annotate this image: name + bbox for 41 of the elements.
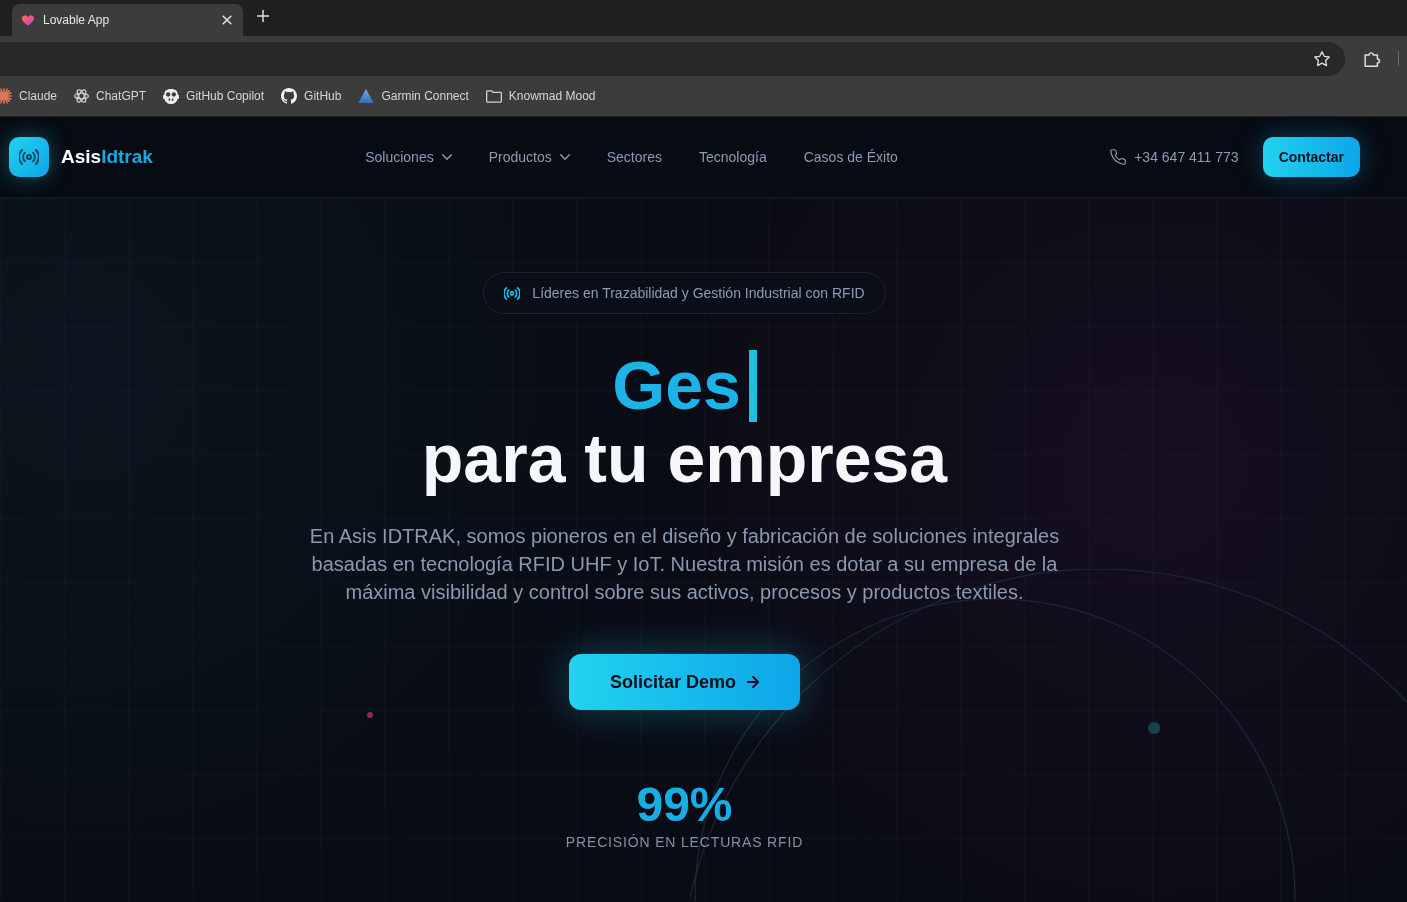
heart-icon	[22, 14, 34, 26]
chevron-down-icon	[441, 154, 452, 160]
text-cursor-icon	[748, 349, 757, 422]
star-icon[interactable]	[1314, 51, 1330, 67]
tagline-text: Líderes en Trazabilidad y Gestión Industrial con RFID	[532, 283, 865, 303]
folder-icon	[485, 89, 502, 103]
nav-link[interactable]: Casos de Éxito	[803, 146, 898, 168]
cat-silhouette-icon	[281, 88, 298, 104]
bookmark-link[interactable]: Garmin Connect	[358, 87, 469, 105]
browser-tab[interactable]: Lovable App	[12, 4, 243, 36]
stat-label: PRECISIÓN EN LECTURAS RFID	[565, 833, 804, 852]
contact-button[interactable]: Contactar	[1262, 137, 1360, 177]
starburst-icon	[0, 88, 12, 104]
stat-value: 99%	[636, 781, 733, 829]
phone-link[interactable]: +34 647 411 773	[1110, 146, 1239, 168]
bookmark-link[interactable]: ChatGPT	[74, 87, 147, 105]
bookmark-link[interactable]: Knowmad Mood	[485, 87, 596, 105]
radio-waves-icon	[504, 286, 521, 300]
nav-link[interactable]: Productos	[488, 146, 570, 168]
close-icon[interactable]	[222, 15, 232, 25]
puzzle-icon[interactable]	[1364, 51, 1381, 67]
bookmark-link[interactable]: Claude	[0, 87, 58, 105]
nav-link[interactable]: Sectores	[606, 146, 662, 168]
atom-icon	[74, 89, 90, 103]
triangle-icon	[358, 89, 375, 103]
bookmark-link[interactable]: GitHub Copilot	[163, 87, 265, 105]
goggles-face-icon	[163, 88, 180, 104]
plus-icon[interactable]	[257, 10, 269, 22]
nav-link[interactable]: Soluciones	[365, 146, 452, 168]
chevron-down-icon	[559, 154, 570, 160]
bookmark-link[interactable]: GitHub	[281, 87, 342, 105]
brand-name[interactable]: AsisIdtrak	[61, 142, 153, 172]
nav-link[interactable]: Tecnología	[699, 146, 767, 168]
arrow-right-icon	[747, 676, 759, 688]
hero-description: En Asis IDTRAK, somos pioneros en el diseño y fabricación de soluciones integrales basadas en tecnología RFID UHF y IoT. Nuestra misión es dotar a su empresa de la máxima visibilidad y control sobre sus activos, procesos y productos textiles.	[308, 524, 1061, 605]
logo-icon[interactable]	[9, 137, 49, 177]
phone-icon	[1110, 149, 1127, 165]
demo-button[interactable]: Solicitar Demo	[568, 654, 800, 710]
headline-text: para tu empresa	[421, 422, 948, 495]
radio-waves-icon	[19, 149, 39, 165]
typed-headline-text: Ges	[612, 349, 741, 422]
